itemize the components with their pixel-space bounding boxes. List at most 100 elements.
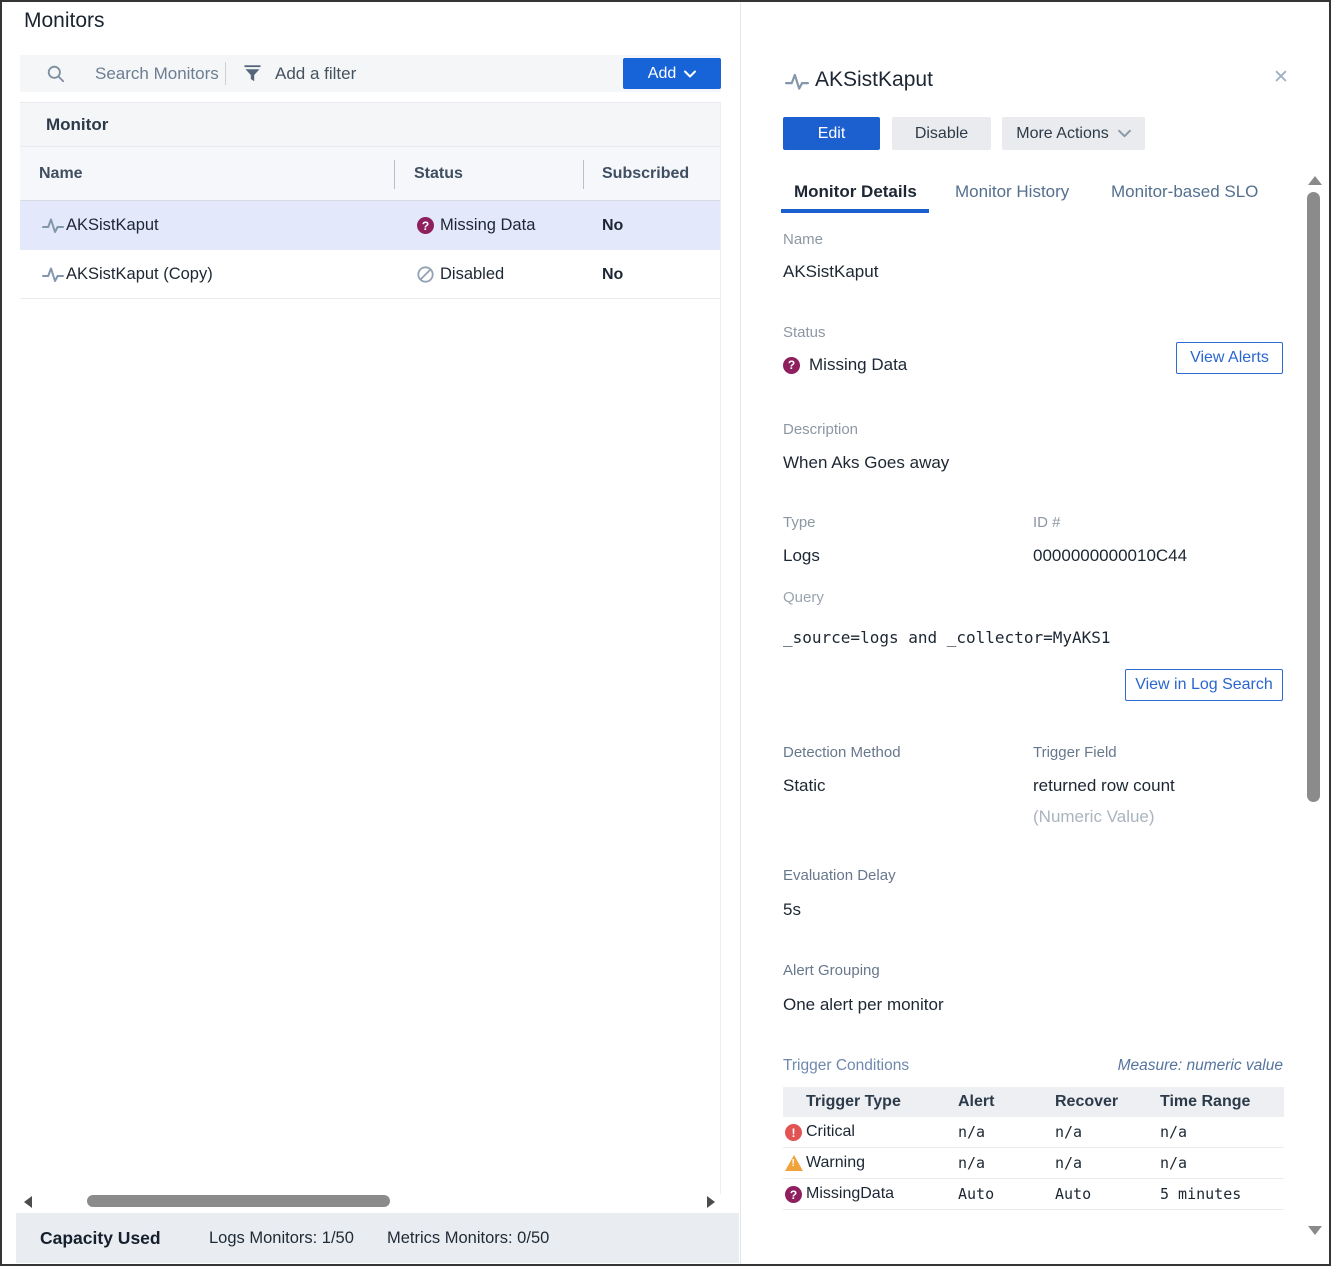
detection-method-label: Detection Method	[783, 744, 901, 761]
description-label: Description	[783, 421, 858, 438]
recover-value: n/a	[1055, 1154, 1160, 1172]
monitor-status: Disabled	[440, 250, 504, 299]
horizontal-scrollbar-thumb[interactable]	[87, 1195, 390, 1207]
missing-data-status-icon: ?	[785, 1186, 802, 1203]
id-value: 0000000000010C44	[1033, 546, 1187, 566]
more-actions-label: More Actions	[1016, 125, 1108, 143]
trigger-field-value: returned row count	[1033, 776, 1175, 796]
scroll-left-arrow-icon[interactable]	[24, 1196, 32, 1208]
table-row[interactable]: AKSistKaput (Copy) Disabled No	[20, 250, 721, 299]
missing-data-status-icon: ?	[417, 217, 434, 234]
view-in-log-search-button[interactable]: View in Log Search	[1125, 669, 1283, 701]
scroll-up-arrow-icon[interactable]	[1308, 176, 1322, 185]
critical-status-icon: !	[785, 1124, 802, 1141]
recover-value: Auto	[1055, 1185, 1160, 1203]
column-divider	[394, 160, 395, 189]
disable-button[interactable]: Disable	[892, 117, 991, 150]
trigger-conditions-table: Trigger Type Alert Recover Time Range ! …	[783, 1087, 1284, 1210]
column-name[interactable]: Name	[39, 147, 83, 201]
trigger-type: Warning	[783, 1154, 958, 1172]
active-tab-underline	[781, 209, 929, 213]
alert-value: Auto	[958, 1185, 1055, 1203]
search-input[interactable]: Search Monitors	[95, 55, 219, 92]
view-alerts-button[interactable]: View Alerts	[1176, 342, 1283, 374]
column-trigger-type: Trigger Type	[783, 1093, 958, 1111]
monitor-detail-panel: AKSistKaput ✕ Edit Disable More Actions …	[740, 2, 1329, 1264]
time-range-value: n/a	[1160, 1154, 1284, 1172]
trigger-type: Critical	[783, 1123, 958, 1141]
trigger-conditions-header: Trigger Type Alert Recover Time Range	[783, 1087, 1284, 1117]
column-subscribed[interactable]: Subscribed	[602, 147, 689, 201]
name-value: AKSistKaput	[783, 262, 878, 282]
trigger-conditions-measure: Measure: numeric value	[1118, 1057, 1283, 1075]
monitor-status: Missing Data	[440, 201, 535, 250]
alert-grouping-label: Alert Grouping	[783, 962, 880, 979]
trigger-conditions-label: Trigger Conditions	[783, 1057, 909, 1075]
tab-monitor-based-slo[interactable]: Monitor-based SLO	[1111, 182, 1258, 202]
recover-value: n/a	[1055, 1123, 1160, 1141]
table-group-header-label: Monitor	[46, 103, 108, 146]
id-label: ID #	[1033, 514, 1061, 531]
toolbar-divider	[225, 62, 226, 85]
tab-monitor-history[interactable]: Monitor History	[955, 182, 1069, 202]
metrics-monitors-count: Metrics Monitors: 0/50	[387, 1213, 549, 1263]
disabled-status-icon	[417, 266, 434, 288]
monitor-name: AKSistKaput	[66, 201, 159, 250]
table-row[interactable]: AKSistKaput ? Missing Data No	[20, 201, 721, 250]
alert-value: n/a	[958, 1154, 1055, 1172]
evaluation-delay-value: 5s	[783, 900, 801, 920]
missing-data-status-icon: ?	[783, 357, 800, 374]
more-actions-button[interactable]: More Actions	[1002, 117, 1145, 150]
monitor-pulse-icon	[42, 266, 64, 288]
monitors-screen: Monitors Search Monitors Add a filter Ad…	[0, 0, 1331, 1266]
chevron-down-icon	[1118, 125, 1131, 143]
column-time-range: Time Range	[1160, 1093, 1284, 1111]
disable-button-label: Disable	[915, 125, 968, 143]
scroll-right-arrow-icon[interactable]	[707, 1196, 715, 1208]
detection-method-value: Static	[783, 776, 826, 796]
monitor-pulse-icon	[785, 72, 809, 96]
page-title: Monitors	[24, 9, 105, 33]
edit-button[interactable]: Edit	[783, 117, 880, 150]
search-icon	[47, 65, 65, 88]
trigger-condition-row: ? MissingData Auto Auto 5 minutes	[783, 1179, 1284, 1210]
time-range-value: 5 minutes	[1160, 1185, 1284, 1203]
add-button[interactable]: Add	[623, 58, 721, 89]
column-status[interactable]: Status	[414, 147, 463, 201]
logs-monitors-count: Logs Monitors: 1/50	[209, 1213, 354, 1263]
status-value: Missing Data	[809, 355, 907, 375]
tab-monitor-details[interactable]: Monitor Details	[794, 182, 917, 202]
time-range-value: n/a	[1160, 1123, 1284, 1141]
horizontal-scrollbar[interactable]	[20, 1194, 721, 1210]
status-value-row: ? Missing Data	[783, 355, 907, 375]
warning-status-icon	[785, 1155, 803, 1171]
description-value: When Aks Goes away	[783, 453, 949, 473]
close-icon[interactable]: ✕	[1273, 66, 1289, 89]
vertical-scrollbar-thumb[interactable]	[1307, 192, 1320, 802]
trigger-condition-row: Warning n/a n/a n/a	[783, 1148, 1284, 1179]
capacity-used-label: Capacity Used	[40, 1213, 161, 1263]
type-label: Type	[783, 514, 816, 531]
table-group-header: Monitor	[20, 102, 721, 147]
add-filter-button[interactable]: Add a filter	[275, 55, 356, 92]
query-value: _source=logs and _collector=MyAKS1	[783, 628, 1111, 647]
chevron-down-icon	[684, 65, 696, 83]
column-alert: Alert	[958, 1093, 1055, 1111]
table-column-header: Name Status Subscribed	[20, 147, 721, 201]
trigger-field-label: Trigger Field	[1033, 744, 1117, 761]
monitor-name: AKSistKaput (Copy)	[66, 250, 213, 299]
name-label: Name	[783, 231, 823, 248]
query-label: Query	[783, 589, 824, 606]
monitor-subscribed: No	[602, 201, 623, 250]
column-recover: Recover	[1055, 1093, 1160, 1111]
evaluation-delay-label: Evaluation Delay	[783, 867, 896, 884]
add-button-label: Add	[648, 65, 676, 83]
trigger-type: MissingData	[783, 1185, 958, 1203]
trigger-field-note: (Numeric Value)	[1033, 807, 1155, 827]
monitor-subscribed: No	[602, 250, 623, 299]
scroll-down-arrow-icon[interactable]	[1308, 1226, 1322, 1235]
detail-panel-title: AKSistKaput	[815, 68, 933, 92]
column-divider	[583, 160, 584, 189]
filter-icon	[244, 65, 261, 87]
alert-value: n/a	[958, 1123, 1055, 1141]
